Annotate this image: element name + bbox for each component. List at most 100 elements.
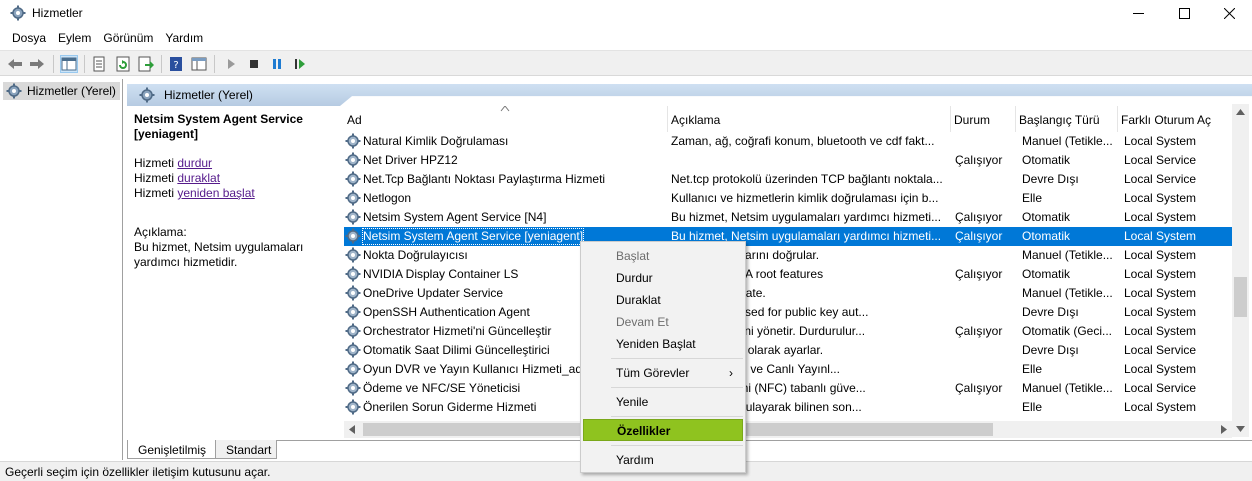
cell-startup-type: Otomatik (1022, 153, 1071, 167)
cell-log-on-as: Local System (1124, 362, 1197, 376)
cell-log-on-as: Local Service (1124, 343, 1197, 357)
table-row[interactable]: Netlogon Kullanıcı ve hizmetlerin kimlik … (344, 189, 1236, 208)
svg-text:?: ? (173, 60, 178, 71)
menu-file[interactable]: Dosya (6, 28, 52, 50)
table-row[interactable]: Oyun DVR ve Yayın Kullanıcı Hizmeti_ade O… (344, 360, 1236, 379)
table-row[interactable]: Netsim System Agent Service [N4] Bu hizme… (344, 208, 1236, 227)
cell-log-on-as: Local System (1124, 400, 1197, 414)
cell-description: Kullanıcı ve hizmetlerin kimlik doğrulam… (671, 191, 939, 205)
cell-startup-type: Elle (1022, 400, 1043, 414)
restart-service-link[interactable]: yeniden başlat (177, 186, 254, 200)
close-button[interactable] (1206, 0, 1252, 27)
pause-service-link[interactable]: duraklat (177, 171, 220, 185)
menu-item-refresh[interactable]: Yenile (583, 391, 743, 413)
tree-item-services-local[interactable]: Hizmetler (Yerel) (3, 82, 120, 100)
cell-log-on-as: Local Service (1124, 172, 1197, 186)
menu-item-stop[interactable]: Durdur (583, 267, 743, 289)
service-gear-icon (345, 380, 361, 396)
table-row[interactable]: OneDrive Updater ServiceeDrive up to dat… (344, 284, 1236, 303)
maximize-icon (1178, 8, 1190, 19)
services-window: Hizmetler Dosya Eylem Görünüm Yardım ? H… (0, 0, 1252, 481)
menu-item-properties[interactable]: Özellikler (583, 419, 743, 441)
export-list-button[interactable] (137, 55, 155, 73)
help-book-icon: ? (170, 57, 182, 71)
cell-name: Netsim System Agent Service [N4] (363, 210, 547, 224)
table-row[interactable]: NVIDIA Display Container LS vice for NVID… (344, 265, 1236, 284)
tab-extended[interactable]: Genişletilmiş (127, 440, 215, 459)
service-gear-icon (345, 228, 361, 244)
console-tree-icon (61, 57, 77, 71)
menu-item-help[interactable]: Yardım (583, 449, 743, 471)
export-icon (138, 56, 154, 72)
back-button[interactable] (6, 55, 24, 73)
column-header-startup-type[interactable]: Başlangıç Türü (1016, 106, 1118, 132)
column-header-description[interactable]: Açıklama (668, 106, 951, 132)
column-header-name[interactable]: Ad (344, 106, 668, 132)
forward-arrow-icon (30, 59, 44, 69)
cell-status: Çalışıyor (955, 324, 1003, 338)
menu-item-all-tasks[interactable]: Tüm Görevler › (583, 362, 743, 384)
help-toolbar-button[interactable]: ? (167, 55, 185, 73)
stop-service-link[interactable]: durdur (177, 156, 212, 170)
properties-toolbar-button[interactable] (90, 55, 108, 73)
cell-log-on-as: Local Service (1124, 153, 1197, 167)
cell-description: Net.tcp protokolü üzerinden TCP bağlantı… (671, 172, 943, 186)
service-gear-icon (345, 133, 361, 149)
table-row[interactable]: Net.Tcp Bağlantı Noktası Paylaştırma Hiz… (344, 170, 1236, 189)
description-label: Açıklama: (134, 225, 187, 239)
action-stop: Hizmeti durdur (134, 156, 213, 170)
forward-button[interactable] (28, 55, 46, 73)
table-row[interactable]: Nokta Doğrulayıcısıtemi bozulmalarını do… (344, 246, 1236, 265)
refresh-icon (116, 56, 130, 72)
cell-startup-type: Elle (1022, 191, 1043, 205)
minimize-button[interactable] (1115, 0, 1161, 27)
table-row[interactable]: Orchestrator Hizmeti'ni Güncelleştir cell… (344, 322, 1236, 341)
service-gear-icon (345, 361, 361, 377)
cell-startup-type: Elle (1022, 362, 1043, 376)
show-hide-console-tree-button[interactable] (60, 55, 78, 73)
table-row[interactable]: Netsim System Agent Service [yeniagent] B… (344, 227, 1236, 246)
service-gear-icon (345, 209, 361, 225)
cell-log-on-as: Local System (1124, 134, 1197, 148)
menu-action[interactable]: Eylem (52, 28, 97, 50)
services-list: Ad Açıklama Durum Başlangıç Türü Farklı … (344, 106, 1250, 439)
table-row[interactable]: Ödeme ve NFC/SE Yöneticisi ın Alan İletiş… (344, 379, 1236, 398)
menu-item-restart[interactable]: Yeniden Başlat (583, 333, 743, 355)
tab-standard[interactable]: Standart (215, 440, 277, 459)
cell-startup-type: Manuel (Tetikle... (1022, 286, 1113, 300)
menu-bar: Dosya Eylem Görünüm Yardım (0, 28, 1252, 50)
vertical-scrollbar[interactable] (1232, 104, 1249, 437)
menu-item-pause[interactable]: Duraklat (583, 289, 743, 311)
menu-item-resume[interactable]: Devam Et (583, 311, 743, 333)
table-row[interactable]: Net Driver HPZ12 Çalışıyor Otomatik Local S… (344, 151, 1236, 170)
cell-log-on-as: Local System (1124, 210, 1197, 224)
view-toolbar-button[interactable] (190, 55, 208, 73)
column-header-log-on-as[interactable]: Farklı Oturum Aç (1118, 106, 1236, 132)
restart-icon (295, 59, 305, 69)
table-row[interactable]: OpenSSH Authentication Agent private keys… (344, 303, 1236, 322)
cell-log-on-as: Local Service (1124, 381, 1197, 395)
table-row[interactable]: Otomatik Saat Dilimi Güncelleştirici imin… (344, 341, 1236, 360)
restart-service-button[interactable] (291, 55, 309, 73)
maximize-button[interactable] (1161, 0, 1207, 27)
table-row[interactable]: Önerilen Sorun Giderme Hizmeti gidermeyi … (344, 398, 1236, 417)
main-header-title: Hizmetler (Yerel) (164, 88, 253, 102)
refresh-button[interactable] (114, 55, 132, 73)
cell-status: Çalışıyor (955, 153, 1003, 167)
menu-view[interactable]: Görünüm (97, 28, 159, 50)
horizontal-scrollbar[interactable] (344, 421, 1232, 438)
stop-service-button[interactable] (245, 55, 263, 73)
service-gear-icon (345, 342, 361, 358)
vertical-scroll-thumb[interactable] (1234, 277, 1247, 317)
sort-ascending-icon (500, 106, 510, 112)
cell-status: Çalışıyor (955, 381, 1003, 395)
pause-service-button[interactable] (268, 55, 286, 73)
menu-item-start[interactable]: Başlat (583, 245, 743, 267)
table-row[interactable]: Natural Kimlik Doğrulaması Zaman, ağ, coğ… (344, 132, 1236, 151)
menu-help[interactable]: Yardım (159, 28, 209, 50)
start-service-button[interactable] (222, 55, 240, 73)
service-gear-icon (345, 171, 361, 187)
column-header-status[interactable]: Durum (951, 106, 1016, 132)
action-restart: Hizmeti yeniden başlat (134, 186, 255, 200)
stop-icon (250, 60, 258, 68)
